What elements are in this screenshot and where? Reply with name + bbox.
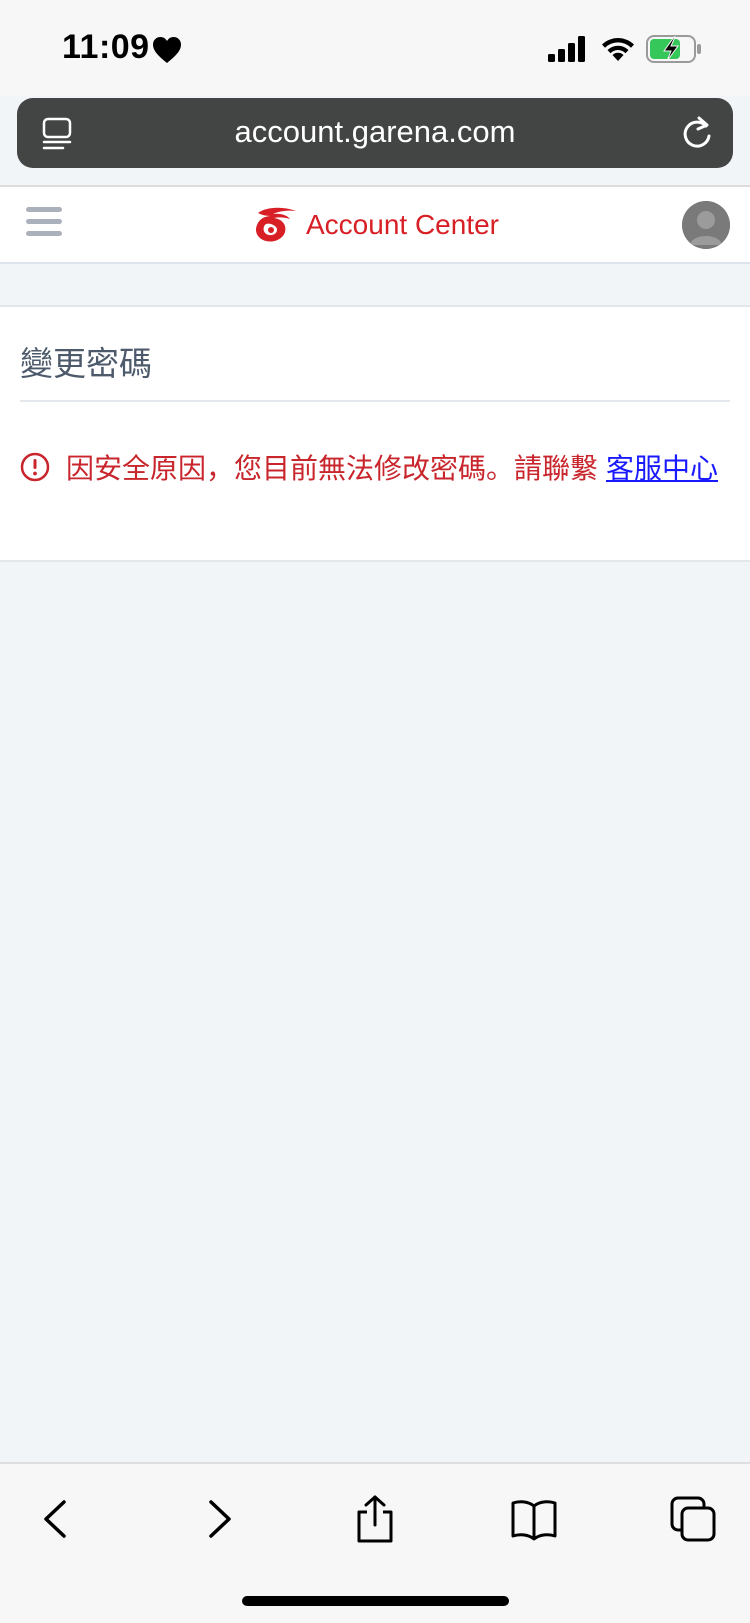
reload-icon[interactable] [679, 114, 715, 152]
brand[interactable]: Account Center [252, 205, 499, 245]
bookmarks-icon[interactable] [509, 1494, 559, 1544]
alert-circle-icon [20, 452, 50, 482]
change-password-card: 變更密碼 因安全原因，您目前無法修改密碼。請聯繫 客服中心 [0, 305, 750, 562]
address-bar[interactable]: account.garena.com [17, 98, 733, 168]
share-icon[interactable] [350, 1494, 400, 1544]
heart-icon [153, 37, 181, 63]
home-indicator [242, 1596, 509, 1606]
app-header: Account Center [0, 187, 750, 264]
avatar[interactable] [682, 201, 730, 249]
page-title: 變更密碼 [20, 345, 152, 382]
error-message-row: 因安全原因，您目前無法修改密碼。請聯繫 客服中心 [20, 445, 718, 489]
user-avatar-icon [682, 201, 730, 249]
forward-icon[interactable] [193, 1494, 243, 1544]
back-icon[interactable] [32, 1494, 82, 1544]
battery-charging-icon [646, 35, 701, 63]
garena-logo-icon [256, 207, 296, 242]
cellular-signal-icon [548, 36, 585, 62]
status-time: 11:09 [62, 28, 150, 66]
brand-title: Account Center [306, 209, 499, 240]
error-message: 因安全原因，您目前無法修改密碼。請聯繫 [66, 453, 599, 484]
url-text[interactable]: account.garena.com [17, 114, 733, 150]
status-bar: 11:09 [0, 0, 750, 96]
card-divider [20, 400, 730, 402]
tabs-icon[interactable] [668, 1494, 718, 1544]
hamburger-menu-icon[interactable] [26, 207, 62, 239]
customer-service-link[interactable]: 客服中心 [606, 447, 718, 487]
wifi-icon [602, 38, 634, 61]
